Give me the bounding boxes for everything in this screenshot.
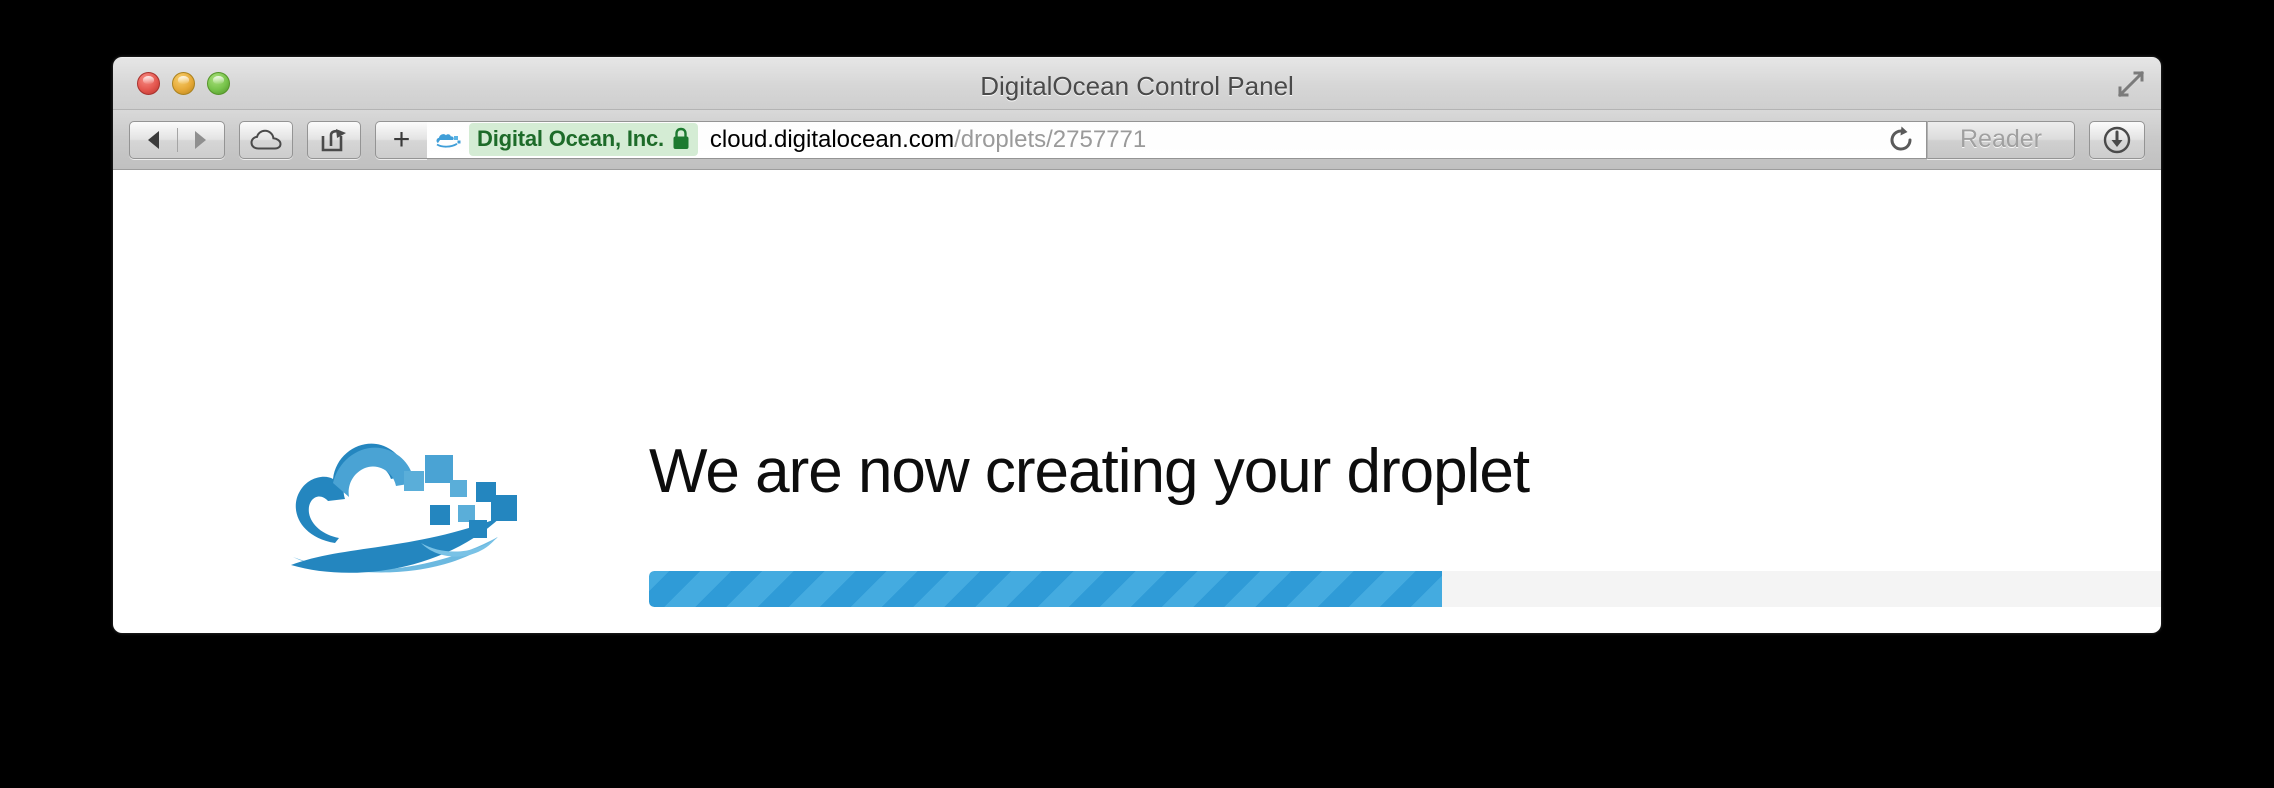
reload-icon[interactable] bbox=[1886, 125, 1916, 155]
window-titlebar: DigitalOcean Control Panel bbox=[113, 57, 2161, 110]
ev-certificate-badge[interactable]: Digital Ocean, Inc. bbox=[469, 123, 698, 156]
page-headline: We are now creating your droplet bbox=[649, 437, 1530, 506]
reader-label: Reader bbox=[1960, 125, 2042, 153]
share-icon bbox=[321, 128, 346, 151]
ev-certificate-name: Digital Ocean, Inc. bbox=[477, 126, 664, 151]
digitalocean-logo bbox=[291, 443, 517, 573]
new-tab-button[interactable]: + bbox=[375, 120, 427, 159]
share-button[interactable] bbox=[307, 120, 361, 159]
digitalocean-cloud-favicon bbox=[436, 133, 461, 148]
reader-button[interactable]: Reader bbox=[1927, 120, 2075, 159]
forward-button[interactable] bbox=[177, 122, 224, 158]
window-title: DigitalOcean Control Panel bbox=[980, 71, 1294, 101]
back-button[interactable] bbox=[130, 122, 177, 158]
padlock-icon bbox=[673, 127, 689, 149]
browser-toolbar: + Digital Ocean, Inc. cloud.digitalocean… bbox=[113, 110, 2161, 170]
downloads-button[interactable] bbox=[2089, 120, 2145, 159]
cloud-icon bbox=[250, 129, 282, 149]
icloud-tabs-button[interactable] bbox=[239, 120, 293, 159]
fullscreen-arrows-icon[interactable] bbox=[2117, 70, 2145, 98]
url-path: /droplets/2757771 bbox=[954, 125, 1147, 153]
nav-divider bbox=[177, 127, 178, 152]
address-bar[interactable]: Digital Ocean, Inc. cloud.digitalocean.c… bbox=[427, 120, 1927, 159]
back-arrow-icon bbox=[148, 130, 159, 149]
progress-bar-fill bbox=[649, 571, 1442, 607]
forward-arrow-icon bbox=[195, 130, 206, 149]
url-domain: cloud.digitalocean.com bbox=[709, 125, 955, 153]
browser-window: DigitalOcean Control Panel + Digital Oce… bbox=[113, 57, 2161, 633]
navigation-buttons bbox=[129, 120, 225, 159]
page-content: CREATE We are now creating your droplet … bbox=[113, 170, 2161, 633]
plus-icon: + bbox=[392, 122, 411, 156]
url-text: cloud.digitalocean.com/droplets/2757771 bbox=[710, 126, 1146, 154]
download-arrow-icon bbox=[2103, 126, 2131, 153]
progress-bar-track bbox=[649, 571, 2161, 607]
